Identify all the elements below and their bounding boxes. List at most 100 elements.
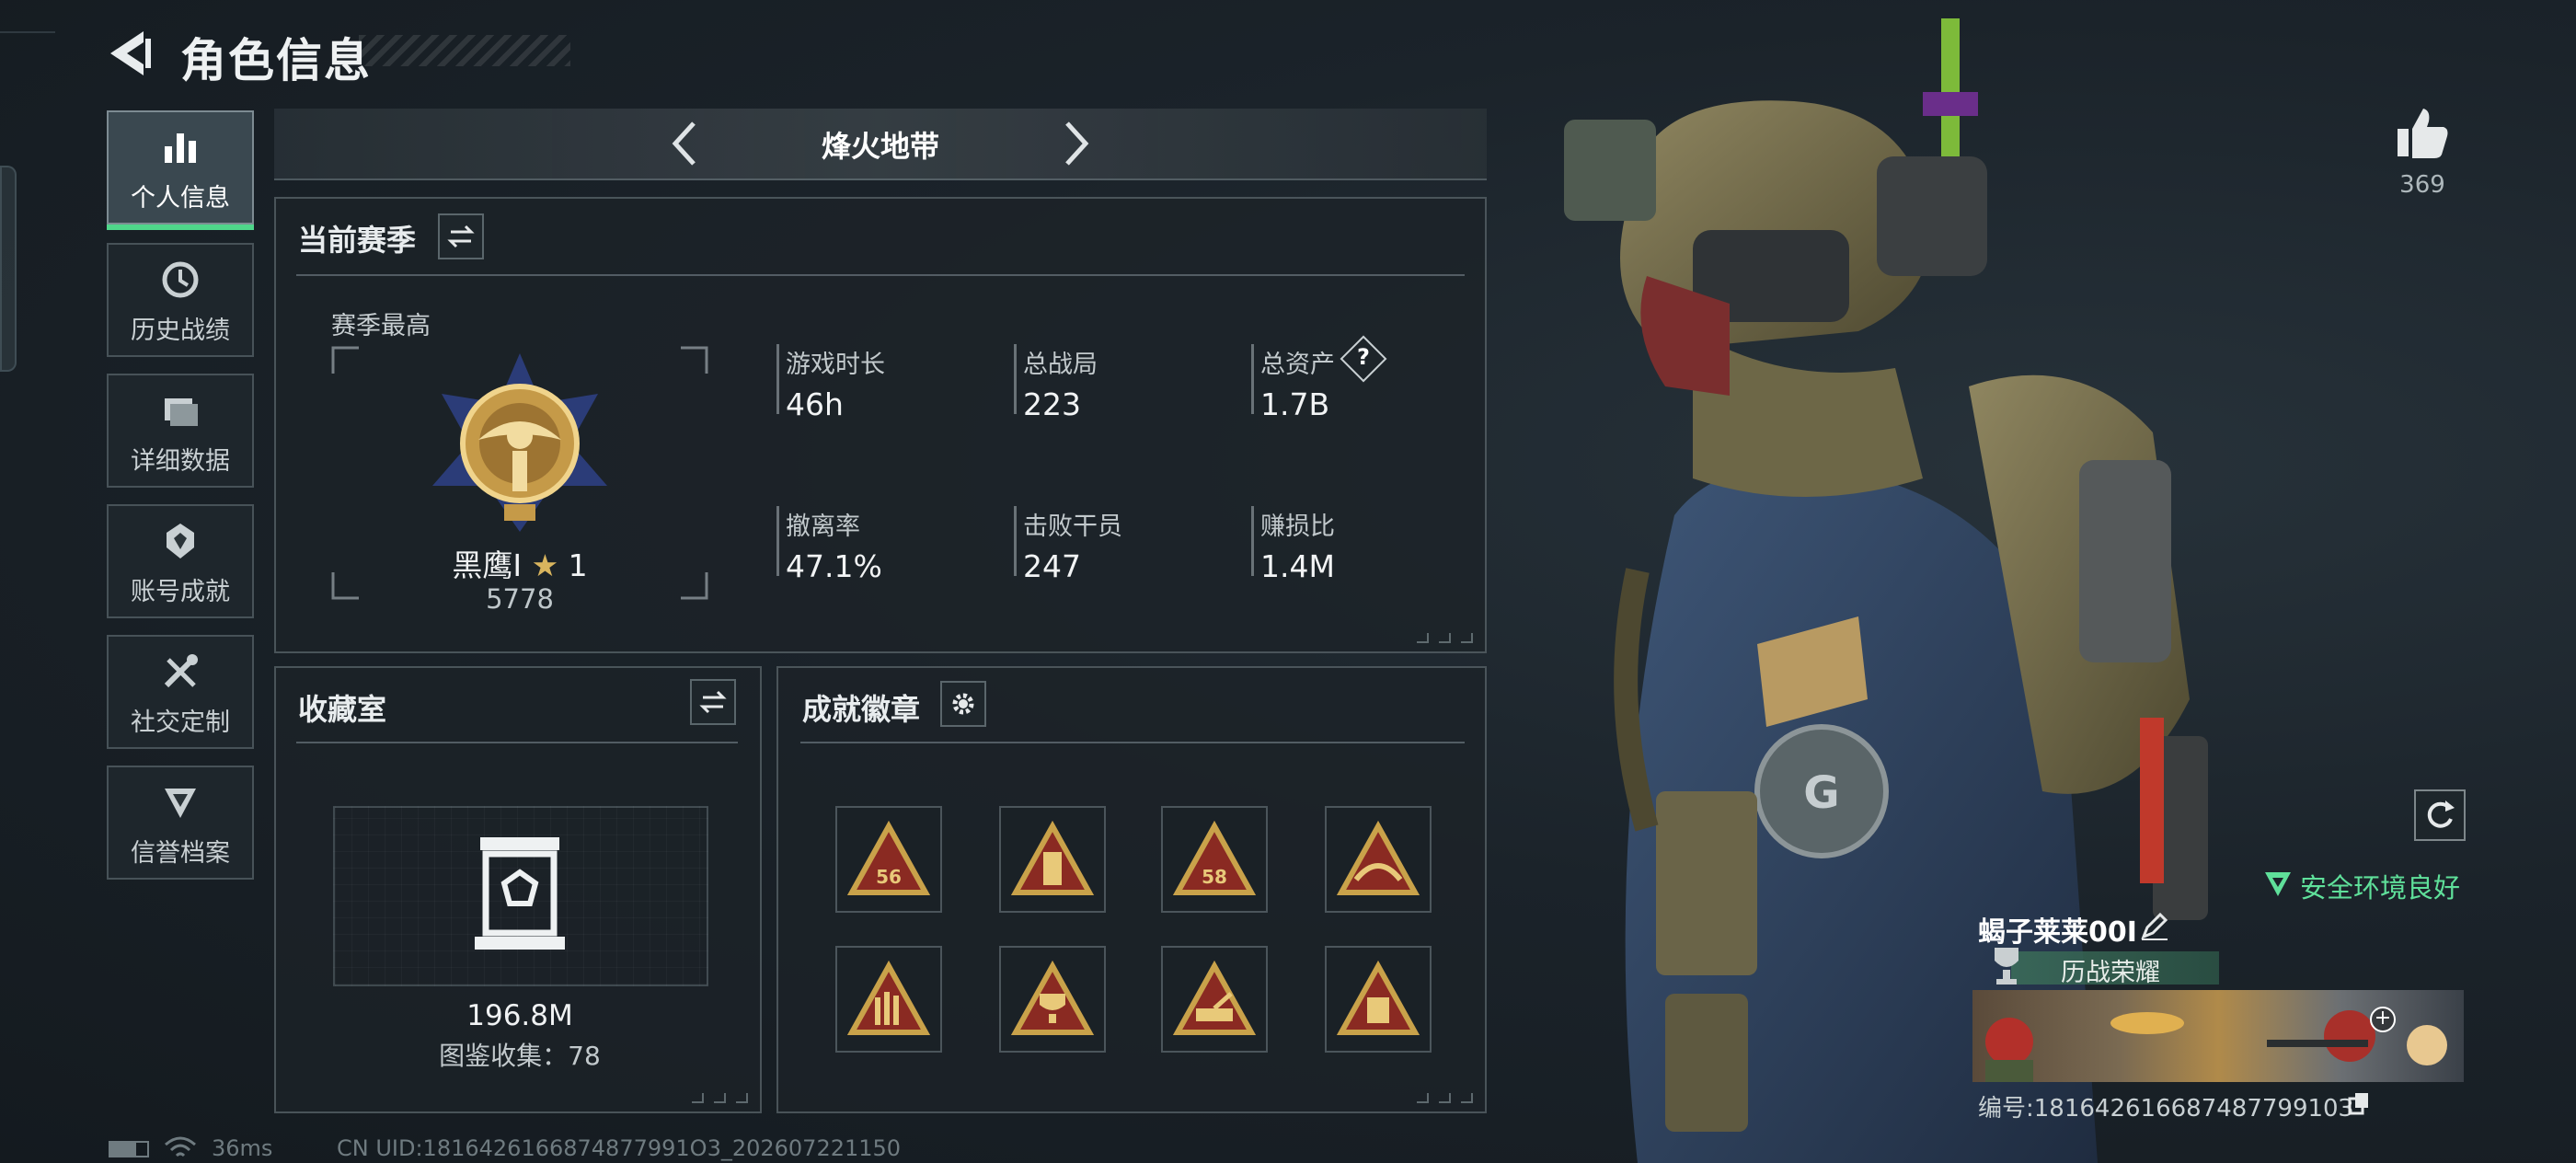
season-switch-button[interactable] bbox=[438, 213, 484, 259]
ping-text: 36ms bbox=[212, 1135, 273, 1161]
stat-label-total-matches: 总战局 bbox=[1023, 351, 1098, 379]
season-best-label: 赛季最高 bbox=[331, 312, 431, 340]
player-id: 编号:18164261668748779910З bbox=[1978, 1095, 2354, 1123]
badge-tank-icon bbox=[1172, 960, 1257, 1035]
badge-slot[interactable] bbox=[835, 946, 942, 1053]
sidebar-item-label: 账号成就 bbox=[131, 578, 230, 606]
season-panel: 当前赛季 赛季最高 黑鹰Ⅰ ★ 1 5778 游戏时长 46h 总战局 223 … bbox=[274, 197, 1487, 653]
stat-value-total-matches: 223 bbox=[1023, 386, 1081, 422]
like-button[interactable] bbox=[2392, 103, 2453, 164]
sidebar-item-account-achievements[interactable]: 账号成就 bbox=[107, 504, 254, 618]
back-arrow-icon bbox=[110, 31, 151, 75]
edit-name-button[interactable] bbox=[2138, 909, 2171, 942]
stat-label-operators-defeated: 击败干员 bbox=[1023, 512, 1122, 541]
copy-id-button[interactable] bbox=[2348, 1091, 2372, 1115]
sidebar-item-label: 信誉档案 bbox=[131, 839, 230, 868]
like-count: 369 bbox=[2399, 171, 2445, 199]
rank-name: 黑鹰Ⅰ bbox=[452, 547, 523, 583]
corner-marks-decor bbox=[692, 1093, 748, 1103]
badge-58-icon: 58 bbox=[1172, 820, 1257, 895]
collection-title: 收藏室 bbox=[298, 692, 387, 727]
mode-selector: 烽火地带 bbox=[274, 109, 1487, 180]
stat-label-total-assets: 总资产 bbox=[1260, 351, 1335, 379]
stat-label-extraction-rate: 撤离率 bbox=[786, 512, 860, 541]
mode-next-button[interactable] bbox=[1049, 118, 1100, 169]
pencil-icon bbox=[2141, 912, 2168, 940]
banner-art bbox=[1985, 1010, 2447, 1082]
stat-value-play-time: 46h bbox=[786, 386, 844, 422]
copy-icon bbox=[2348, 1093, 2368, 1115]
add-icon: + bbox=[2370, 1007, 2396, 1032]
help-icon: ? bbox=[1357, 344, 1370, 370]
season-rule bbox=[296, 274, 1465, 276]
sidebar-item-reputation[interactable]: 信誉档案 bbox=[107, 766, 254, 880]
badge-bridge-icon bbox=[1336, 820, 1420, 895]
svg-text:58: 58 bbox=[1202, 866, 1227, 888]
corner-marks-decor bbox=[1417, 1093, 1473, 1103]
badge-slot[interactable] bbox=[1325, 806, 1432, 913]
stat-value-total-assets: 1.7B bbox=[1260, 386, 1330, 422]
badge-hand-icon bbox=[846, 960, 931, 1035]
collection-panel: 收藏室 196.8M 图鉴收集：78 bbox=[274, 666, 762, 1113]
title-stripe-decor bbox=[359, 35, 570, 66]
sidebar-item-history[interactable]: 历史战绩 bbox=[107, 243, 254, 357]
collection-switch-button[interactable] bbox=[690, 679, 736, 725]
badge-box-icon bbox=[1336, 960, 1420, 1035]
bar-chart-icon bbox=[165, 133, 196, 163]
sidebar-item-label: 详细数据 bbox=[131, 447, 230, 476]
refresh-button[interactable] bbox=[2414, 789, 2466, 841]
corner-marks-decor bbox=[1417, 633, 1473, 643]
svg-text:G: G bbox=[1803, 767, 1839, 819]
operator-character-model: G bbox=[1564, 18, 2208, 1163]
badges-settings-button[interactable] bbox=[940, 681, 986, 727]
trophy-icon bbox=[1995, 948, 2018, 985]
collection-rule bbox=[296, 742, 738, 743]
badges-panel: 成就徽章 56 58 bbox=[776, 666, 1487, 1113]
stat-divider bbox=[1251, 344, 1254, 414]
gear-icon bbox=[952, 693, 974, 715]
hud-line-left bbox=[0, 166, 17, 372]
swap-icon bbox=[447, 225, 475, 248]
rank-stars: 1 bbox=[568, 547, 588, 583]
sidebar-item-social-custom[interactable]: 社交定制 bbox=[107, 635, 254, 749]
badge-slot[interactable] bbox=[999, 946, 1106, 1053]
badge-slot[interactable]: 58 bbox=[1161, 806, 1268, 913]
rank-emblem-icon bbox=[432, 353, 607, 532]
star-icon: ★ bbox=[531, 547, 559, 583]
badge-slot[interactable] bbox=[999, 806, 1106, 913]
rank-score: 5778 bbox=[486, 583, 554, 615]
shield-icon bbox=[165, 789, 196, 818]
player-banner[interactable]: + bbox=[1972, 990, 2464, 1082]
stat-value-extraction-rate: 47.1% bbox=[786, 548, 882, 584]
stat-divider bbox=[1251, 506, 1254, 576]
chevron-right-icon bbox=[1065, 121, 1089, 166]
badge-56-icon: 56 bbox=[846, 820, 931, 895]
stat-divider bbox=[776, 344, 779, 414]
achievement-icon bbox=[167, 524, 194, 558]
sidebar-item-detail-data[interactable]: 详细数据 bbox=[107, 374, 254, 488]
collection-count: 图鉴收集：78 bbox=[439, 1041, 601, 1071]
stat-divider bbox=[776, 506, 779, 576]
rank-name-row: 黑鹰Ⅰ ★ 1 bbox=[331, 541, 708, 585]
sidebar-item-label: 历史战绩 bbox=[131, 317, 230, 345]
badges-title: 成就徽章 bbox=[802, 692, 921, 727]
badge-slot[interactable]: 56 bbox=[835, 806, 942, 913]
safe-shield-icon bbox=[2265, 872, 2291, 896]
stat-label-play-time: 游戏时长 bbox=[786, 351, 885, 379]
swap-icon bbox=[699, 690, 727, 714]
back-button[interactable] bbox=[103, 26, 158, 81]
sidebar-item-label: 社交定制 bbox=[131, 708, 230, 737]
badges-rule bbox=[800, 742, 1465, 743]
sidebar-item-personal-info[interactable]: 个人信息 bbox=[107, 110, 254, 230]
sidebar-item-label: 个人信息 bbox=[131, 184, 230, 213]
badge-slot[interactable] bbox=[1161, 946, 1268, 1053]
stat-value-profit-loss: 1.4M bbox=[1260, 548, 1335, 584]
folder-icon bbox=[165, 398, 198, 426]
honor-label: 历战荣耀 bbox=[2061, 959, 2160, 987]
stat-divider bbox=[1014, 506, 1017, 576]
season-title: 当前赛季 bbox=[298, 223, 417, 258]
badge-slot[interactable] bbox=[1325, 946, 1432, 1053]
thumbs-up-icon bbox=[2398, 109, 2448, 158]
page-title: 角色信息 bbox=[180, 34, 372, 87]
hud-line-top bbox=[0, 31, 55, 33]
